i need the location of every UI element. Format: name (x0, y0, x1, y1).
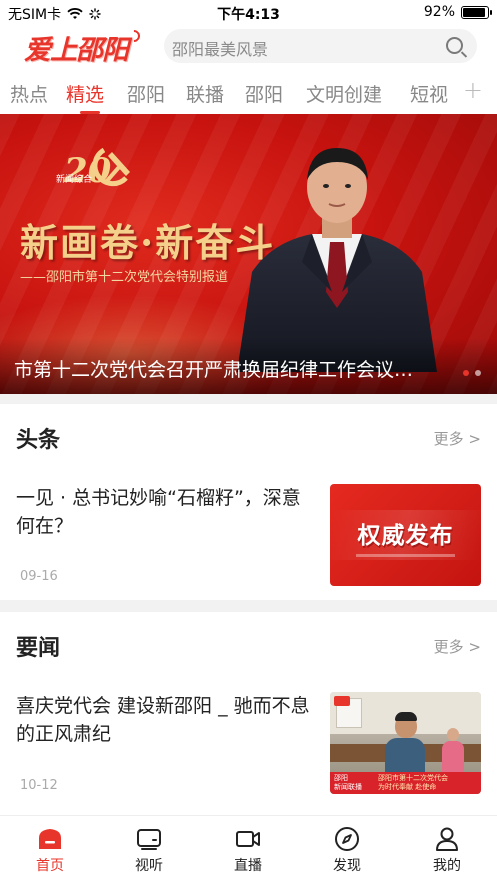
carousel-dots (463, 370, 481, 376)
headline-section-title: 头条 (16, 428, 61, 453)
photo-person (385, 712, 425, 778)
status-time: 下午4:13 (217, 7, 280, 23)
tab-civilization[interactable]: 文明创建 (306, 80, 382, 107)
app-logo[interactable]: 爱上邵阳 (24, 27, 143, 67)
tv-icon (137, 829, 161, 850)
tab-shaoyang[interactable]: 邵阳 (127, 80, 165, 107)
search-placeholder: 邵阳最美风景 (172, 40, 269, 59)
user-icon (436, 827, 458, 851)
app-header: 爱上邵阳 邵阳最美风景 (0, 26, 497, 68)
headline-thumbnail[interactable]: 权威发布 (330, 484, 481, 586)
nav-audio-video-label: 视听 (135, 858, 163, 874)
nav-home[interactable]: 首页 (20, 826, 80, 875)
battery-percent: 92% (423, 4, 455, 20)
headline-more-link[interactable]: 更多 > (434, 428, 481, 449)
bottom-navigation: 首页 视听 直播 发现 我的 (0, 815, 497, 883)
nav-home-label: 首页 (36, 858, 64, 874)
photo-channel-logo (334, 696, 350, 706)
news-item-title[interactable]: 喜庆党代会 建设新邵阳 _ 驰而不息的正风肃纪 (16, 692, 312, 748)
home-icon (39, 829, 61, 849)
nav-mine-label: 我的 (433, 858, 461, 874)
important-news-section: 要闻 更多 > 喜庆党代会 建设新邵阳 _ 驰而不息的正风肃纪 10-12 邵阳… (0, 612, 497, 815)
banner-caption[interactable]: 市第十二次党代会召开严肃换届纪律工作会议… (14, 355, 450, 382)
battery-icon (461, 5, 492, 19)
headline-news-date: 09-16 (20, 569, 58, 584)
logo-text: 爱上邵阳 (24, 35, 129, 66)
compass-icon (335, 827, 359, 851)
tab-broadcast[interactable]: 联播 (186, 80, 224, 107)
battery-fill (463, 7, 485, 17)
news-item-date: 10-12 (20, 778, 58, 793)
channel-label: 新闻综合 (56, 175, 93, 185)
lower-third-left: 邵阳 新闻联播 (334, 774, 362, 791)
important-news-title: 要闻 (16, 636, 61, 661)
tab-featured[interactable]: 精选 (66, 80, 104, 107)
add-channel-button[interactable]: + (463, 76, 483, 104)
search-bar[interactable]: 邵阳最美风景 (164, 29, 477, 63)
banner-subtitle: ——邵阳市第十二次党代会特别报道 (20, 270, 229, 285)
photo-person-2 (442, 728, 464, 774)
logo-signal-icon (125, 27, 143, 45)
status-right: 92% (423, 4, 492, 20)
svg-text:20: 20 (63, 151, 112, 191)
carousel-dot[interactable] (475, 370, 481, 376)
nav-discover-label: 发现 (333, 858, 361, 874)
nav-live-label: 直播 (234, 858, 262, 874)
hero-banner[interactable]: 20 新闻综合 新画卷·新奋斗 ——邵阳市第十二次党代会特别报道 市第十二次党代… (0, 114, 497, 394)
headline-news-title[interactable]: 一见 · 总书记妙喻“石榴籽”，深意何在？ (16, 484, 312, 540)
carousel-dot-active[interactable] (463, 370, 469, 376)
search-icon[interactable] (446, 37, 463, 54)
thumbnail-text: 权威发布 (357, 523, 454, 549)
important-news-more-link[interactable]: 更多 > (434, 636, 481, 657)
tab-hot[interactable]: 热点 (10, 80, 48, 107)
nav-mine[interactable]: 我的 (417, 826, 477, 875)
nav-audio-video[interactable]: 视听 (119, 826, 179, 875)
photo-person-2-body (442, 741, 464, 774)
tab-shaoyang-2[interactable]: 邵阳 (245, 80, 283, 107)
video-camera-icon (236, 831, 260, 847)
news-item-thumbnail[interactable]: 邵阳 新闻联播 邵阳市第十二次党代会 为时代奉献 赴使命 (330, 692, 481, 794)
photo-person-2-head (447, 728, 459, 741)
lower-third-right: 邵阳市第十二次党代会 为时代奉献 赴使命 (378, 774, 448, 791)
photo-lower-third: 邵阳 新闻联播 邵阳市第十二次党代会 为时代奉献 赴使命 (330, 772, 481, 794)
status-bar: 无SIM卡 下午4:13 92% (0, 0, 497, 26)
headline-section: 头条 更多 > 一见 · 总书记妙喻“石榴籽”，深意何在？ 09-16 权威发布 (0, 404, 497, 600)
thumbnail-underline (356, 554, 455, 557)
channel-tabs: 热点 精选 邵阳 联播 邵阳 文明创建 短视 + (0, 68, 497, 114)
photo-person-hair (395, 712, 417, 721)
tab-short-video[interactable]: 短视 (410, 80, 448, 107)
nav-live[interactable]: 直播 (218, 826, 278, 875)
nav-discover[interactable]: 发现 (317, 826, 377, 875)
